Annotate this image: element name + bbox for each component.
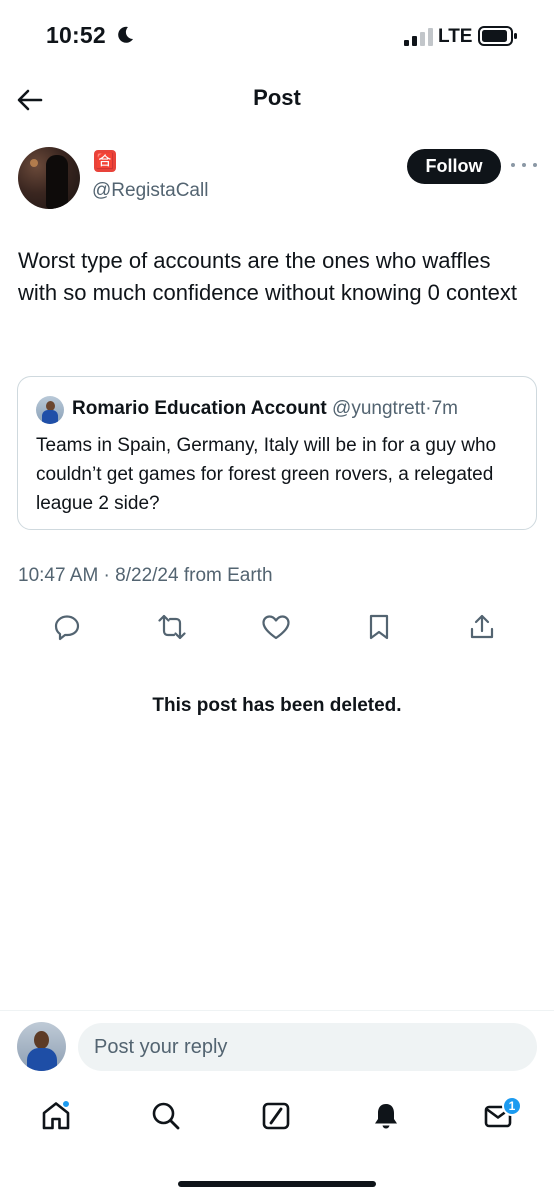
page-title: Post: [253, 85, 301, 110]
moon-icon: [118, 26, 133, 43]
reply-button[interactable]: [49, 609, 85, 645]
status-time: 10:52: [46, 22, 106, 48]
bookmark-button[interactable]: [361, 609, 397, 645]
network-label: LTE: [438, 26, 473, 47]
share-icon: [470, 614, 494, 639]
author-name-emoji: 🈴: [94, 150, 116, 172]
nav-notifications[interactable]: [366, 1096, 406, 1136]
post-text: Worst type of accounts are the ones who …: [18, 248, 517, 305]
bell-icon: [375, 1104, 397, 1129]
like-button[interactable]: [258, 609, 294, 645]
header: Post: [0, 72, 554, 126]
like-icon: [262, 615, 290, 640]
follow-button[interactable]: Follow: [407, 149, 501, 184]
post-author-row: 🈴 @RegistaCall Follow: [0, 145, 554, 215]
home-indicator: [178, 1181, 376, 1187]
status-bar: 10:52 LTE: [0, 0, 554, 70]
author-avatar[interactable]: [18, 147, 80, 209]
quote-header: Romario Education Account @yungtrett·7m: [72, 398, 458, 420]
quote-text: Teams in Spain, Germany, Italy will be i…: [36, 435, 497, 514]
share-button[interactable]: [464, 609, 500, 645]
post-timestamp: 10:47 AM · 8/22/24 from Earth: [18, 565, 273, 586]
bookmark-icon: [369, 614, 389, 640]
author-handle[interactable]: @RegistaCall: [92, 180, 208, 202]
nav-grok[interactable]: [256, 1096, 296, 1136]
avatar-light: [30, 159, 38, 167]
nav-search[interactable]: [146, 1096, 186, 1136]
avatar-figure: [46, 155, 68, 209]
messages-badge: 1: [502, 1096, 522, 1116]
repost-button[interactable]: [154, 609, 190, 645]
user-avatar[interactable]: [17, 1022, 66, 1071]
battery-icon: [478, 26, 517, 46]
nav-messages[interactable]: 1: [478, 1096, 522, 1136]
post-action-bar: [0, 605, 554, 649]
repost-icon: [158, 614, 186, 640]
reply-input[interactable]: [78, 1023, 537, 1071]
home-notification-dot: [62, 1100, 70, 1108]
quote-author-handle: @yungtrett: [332, 398, 426, 419]
deleted-post-notice: This post has been deleted.: [152, 695, 402, 716]
quote-author-name: Romario Education Account: [72, 398, 327, 419]
quote-author-avatar: [36, 396, 64, 424]
nav-home[interactable]: [36, 1096, 76, 1136]
reply-icon: [54, 615, 80, 641]
bottom-navigation: 1: [0, 1092, 554, 1142]
signal-icon: [404, 28, 433, 46]
grok-icon: [262, 1102, 290, 1130]
quote-time: 7m: [431, 398, 458, 419]
reply-divider: [0, 1010, 554, 1011]
more-options-icon[interactable]: [511, 157, 537, 173]
quoted-post-card[interactable]: Romario Education Account @yungtrett·7m …: [17, 376, 537, 530]
search-icon: [152, 1102, 180, 1130]
